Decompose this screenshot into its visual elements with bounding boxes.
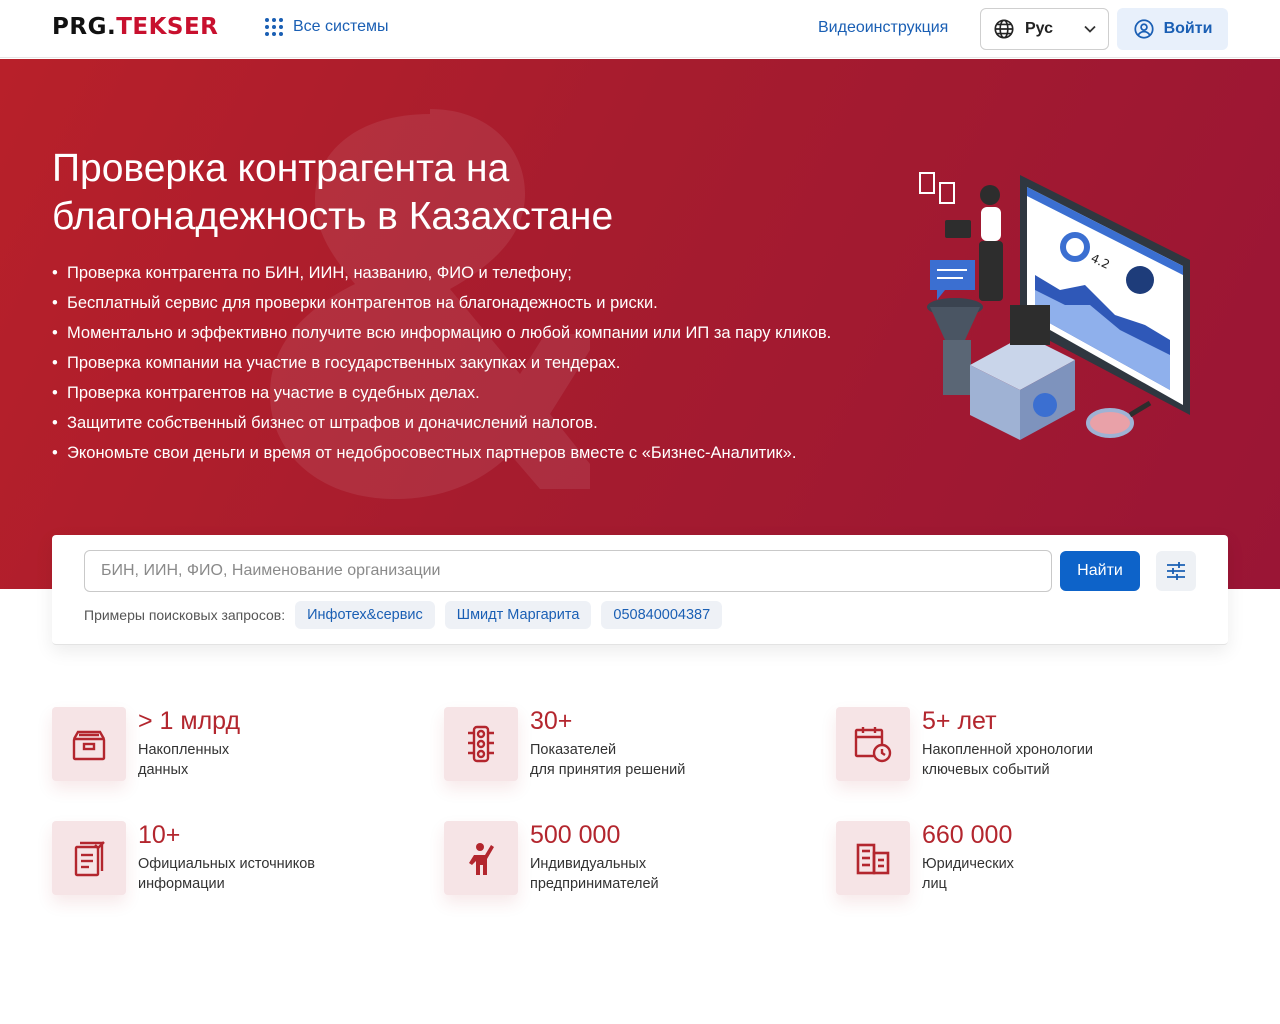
language-label: Рус (1025, 20, 1054, 37)
stat-official-sources: 10+ Официальных источников информации (52, 821, 412, 901)
example-chip[interactable]: Инфотех&сервис (295, 601, 435, 629)
archive-box-icon (52, 707, 126, 781)
filter-sliders-icon (1167, 562, 1185, 580)
feature-item: Экономьте свои деньги и время от недобро… (52, 441, 831, 471)
person-raising-hand-icon (444, 821, 518, 895)
stat-legal-entities: 660 000 Юридических лиц (836, 821, 1196, 901)
example-chip[interactable]: 050840004387 (601, 601, 723, 629)
hero-title-line-2: благонадежность в Казахстане (52, 195, 614, 238)
search-button[interactable]: Найти (1060, 551, 1140, 591)
stat-value: 10+ (138, 821, 181, 849)
example-chip[interactable]: Шмидт Маргарита (444, 601, 592, 629)
stat-value: 500 000 (530, 821, 621, 849)
stat-accumulated-data: > 1 млрд Накопленных данных (52, 707, 412, 787)
stat-label: Накопленной хронологии ключевых событий (922, 742, 1093, 778)
stat-label: Юридических лиц (922, 856, 1014, 892)
stat-value: 660 000 (922, 821, 1013, 849)
feature-item: Проверка контрагента по БИН, ИИН, назван… (52, 261, 831, 291)
stat-entrepreneurs: 500 000 Индивидуальных предпринимателей (444, 821, 804, 901)
stat-value: > 1 млрд (138, 707, 241, 735)
analytics-illustration: 4.2 (919, 172, 1190, 440)
logo-part-1: PRG. (52, 14, 117, 40)
hero-title-line-1: Проверка контрагента на (52, 147, 510, 190)
logo-part-2: TEKSER (116, 14, 219, 40)
search-examples: Примеры поисковых запросов: Инфотех&серв… (84, 601, 723, 629)
login-button[interactable]: Войти (1117, 8, 1228, 50)
all-systems-link[interactable]: Все системы (265, 18, 389, 36)
language-select[interactable]: Рус (980, 8, 1109, 50)
stat-label: Накопленных данных (138, 742, 230, 778)
feature-item: Защитите собственный бизнес от штрафов и… (52, 411, 831, 441)
search-card: Найти Примеры поисковых запросов: Инфоте… (52, 535, 1228, 645)
documents-check-icon (52, 821, 126, 895)
feature-item: Бесплатный сервис для проверки контраген… (52, 291, 831, 321)
search-input[interactable] (84, 550, 1052, 592)
chevron-down-icon (1084, 25, 1096, 33)
globe-icon (994, 19, 1014, 39)
site-logo[interactable]: PRG.TEKSER (52, 14, 218, 40)
grid-dots-icon (265, 18, 283, 36)
next-section-heading-fragment (52, 1008, 82, 1024)
feature-item: Проверка контрагентов на участие в судеб… (52, 381, 831, 411)
calendar-clock-icon (836, 707, 910, 781)
hero-banner: Проверка контрагента на благонадежность … (0, 59, 1280, 589)
hero-features-list: Проверка контрагента по БИН, ИИН, назван… (52, 261, 831, 471)
stat-label: Официальных источников информации (138, 856, 316, 892)
stat-value: 5+ лет (922, 707, 997, 735)
top-header: PRG.TEKSER Все системы Видеоинструкция Р… (0, 0, 1280, 58)
feature-item: Проверка компании на участие в государст… (52, 351, 831, 381)
stat-label: Показателей для принятия решений (530, 742, 686, 778)
stat-label: Индивидуальных предпринимателей (530, 856, 659, 892)
video-instructions-link[interactable]: Видеоинструкция (818, 19, 948, 37)
hero-title: Проверка контрагента на благонадежность … (52, 145, 812, 241)
examples-label: Примеры поисковых запросов: (84, 607, 286, 623)
user-circle-icon (1133, 19, 1154, 39)
traffic-light-icon (444, 707, 518, 781)
stat-chronology: 5+ лет Накопленной хронологии ключевых со… (836, 707, 1196, 787)
all-systems-label: Все системы (293, 18, 389, 35)
filter-button[interactable] (1156, 551, 1196, 591)
feature-item: Моментально и эффективно получите всю ин… (52, 321, 831, 351)
stat-value: 30+ (530, 707, 573, 735)
stat-indicators: 30+ Показателей для принятия решений (444, 707, 804, 787)
login-label: Войти (1163, 20, 1213, 37)
building-icon (836, 821, 910, 895)
